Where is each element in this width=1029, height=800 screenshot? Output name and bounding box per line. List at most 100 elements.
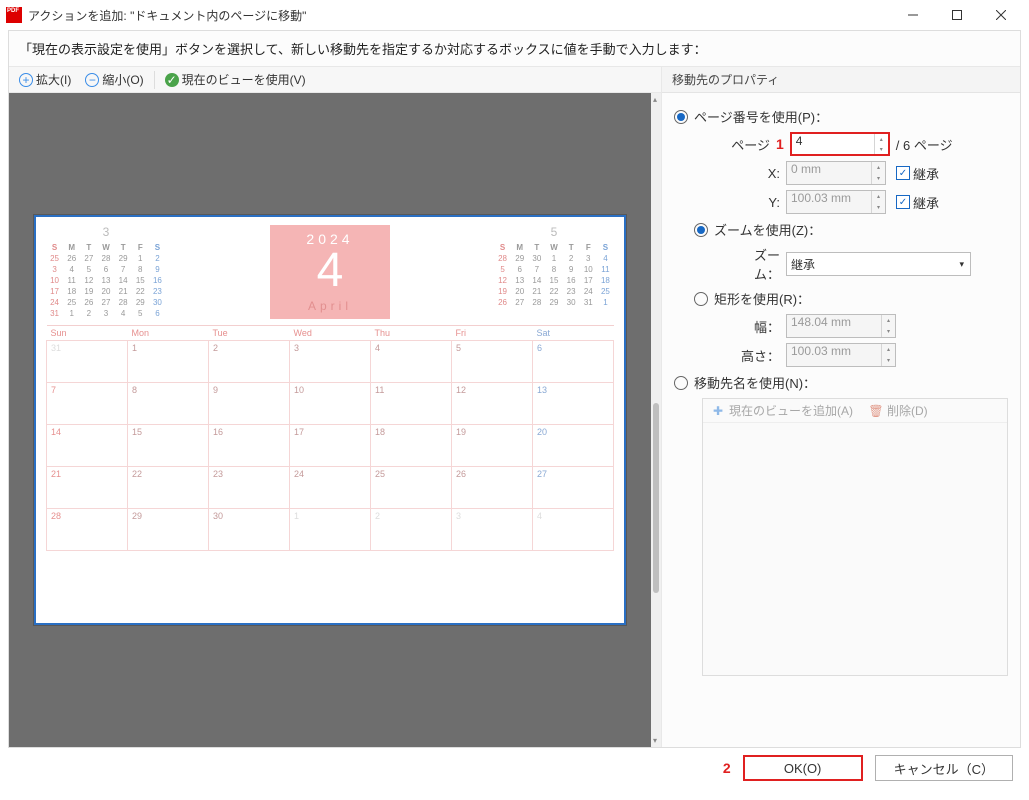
mini-next-number: 5 (494, 225, 614, 239)
app-icon (6, 7, 22, 23)
properties-header: 移動先のプロパティ (662, 67, 1020, 93)
calendar-cell: 14 (47, 425, 128, 467)
dialog-footer: 2 OK(O) キャンセル（C） (0, 748, 1029, 788)
check-icon: ✓ (165, 73, 179, 87)
preview-toolbar: + 拡大(I) − 縮小(O) ✓ 現在のビューを使用(V) (9, 67, 661, 93)
chevron-down-icon: ▾ (959, 259, 964, 270)
dialog-frame: 「現在の表示設定を使用」ボタンを選択して、新しい移動先を指定するか対応するボック… (8, 30, 1021, 748)
title-bar: アクションを追加: "ドキュメント内のページに移動" (0, 0, 1029, 30)
radio-use-page[interactable] (674, 110, 688, 124)
bookmark-add-icon: ✚ (711, 404, 725, 418)
close-button[interactable] (979, 1, 1023, 29)
use-name-radio-row[interactable]: 移動先名を使用(N)： (674, 373, 1008, 392)
calendar-cell: 17 (290, 425, 371, 467)
page-label: ページ (730, 135, 770, 154)
spinner-icon: ▴▾ (871, 162, 885, 184)
calendar-cell: 1 (290, 509, 371, 551)
y-label: Y: (730, 195, 780, 210)
use-name-label: 移動先名を使用(N)： (694, 373, 816, 392)
x-label: X: (730, 166, 780, 181)
window-title: アクションを追加: "ドキュメント内のページに移動" (28, 7, 306, 24)
calendar-cell: 8 (128, 383, 209, 425)
calendar-cell: 9 (209, 383, 290, 425)
destination-names-panel: ✚ 現在のビューを追加(A) 🗑 削除(D) (702, 398, 1008, 676)
add-current-view-button: ✚ 現在のビューを追加(A) (703, 399, 861, 422)
checkbox-checked-icon: ✓ (896, 166, 910, 180)
calendar-cell: 24 (290, 467, 371, 509)
calendar-cell: 10 (290, 383, 371, 425)
calendar-cell: 7 (47, 383, 128, 425)
zoom-in-button[interactable]: + 拡大(I) (15, 70, 75, 89)
calendar-cell: 12 (452, 383, 533, 425)
page-number-input[interactable]: 4 ▴▾ (790, 132, 890, 156)
zoom-label: ズーム： (730, 245, 780, 283)
ok-button[interactable]: OK(O) (743, 755, 863, 781)
calendar-cell: 6 (533, 341, 614, 383)
minimize-button[interactable] (891, 1, 935, 29)
calendar-cell: 31 (47, 341, 128, 383)
callout-2: 2 (723, 760, 731, 776)
zoom-in-label: 拡大(I) (36, 71, 71, 88)
calendar-cell: 18 (371, 425, 452, 467)
calendar-cell: 26 (452, 467, 533, 509)
use-current-view-button[interactable]: ✓ 現在のビューを使用(V) (161, 70, 310, 89)
callout-1: 1 (776, 136, 784, 152)
y-inherit-checkbox[interactable]: ✓ 継承 (896, 193, 939, 212)
plus-icon: + (19, 73, 33, 87)
x-value: 0 mm (791, 162, 821, 176)
zoom-out-button[interactable]: − 縮小(O) (81, 70, 147, 89)
scroll-up-icon: ▴ (653, 95, 657, 104)
page-value: 4 (796, 134, 803, 148)
use-rect-radio-row[interactable]: 矩形を使用(R)： (694, 289, 1008, 308)
big-month: 2024 4 April (270, 225, 390, 319)
calendar-cell: 15 (128, 425, 209, 467)
use-current-view-label: 現在のビューを使用(V) (182, 71, 306, 88)
radio-use-rect[interactable] (694, 292, 708, 306)
calendar-cell: 25 (371, 467, 452, 509)
scroll-thumb[interactable] (653, 403, 659, 593)
destination-list (703, 423, 1007, 675)
width-label: 幅： (730, 317, 780, 336)
preview-area[interactable]: 3 SMTWTFS2526272829123456789101112131415… (9, 93, 651, 747)
calendar-cell: 13 (533, 383, 614, 425)
use-zoom-radio-row[interactable]: ズームを使用(Z)： (694, 220, 1008, 239)
x-inherit-checkbox[interactable]: ✓ 継承 (896, 164, 939, 183)
height-value: 100.03 mm (791, 344, 851, 358)
scroll-down-icon: ▾ (653, 736, 657, 745)
spinner-icon: ▴▾ (881, 315, 895, 337)
radio-use-zoom[interactable] (694, 223, 708, 237)
calendar-cell: 27 (533, 467, 614, 509)
mini-month-prev: 3 SMTWTFS2526272829123456789101112131415… (46, 225, 166, 319)
calendar-cell: 21 (47, 467, 128, 509)
use-zoom-label: ズームを使用(Z)： (714, 220, 821, 239)
calendar-cell: 2 (209, 341, 290, 383)
trash-icon: 🗑 (869, 404, 883, 418)
spinner-icon[interactable]: ▴▾ (874, 134, 888, 154)
width-input: 148.04 mm ▴▾ (786, 314, 896, 338)
radio-use-name[interactable] (674, 376, 688, 390)
spinner-icon: ▴▾ (881, 344, 895, 366)
add-current-label: 現在のビューを追加(A) (729, 402, 853, 419)
calendar-cell: 3 (290, 341, 371, 383)
calendar-cell: 23 (209, 467, 290, 509)
x-input: 0 mm ▴▾ (786, 161, 886, 185)
preview-scrollbar[interactable]: ▴ ▾ (651, 93, 661, 747)
calendar-cell: 28 (47, 509, 128, 551)
mini-month-next: 5 SMTWTFS2829301234567891011121314151617… (494, 225, 614, 319)
use-rect-label: 矩形を使用(R)： (714, 289, 810, 308)
minus-icon: − (85, 73, 99, 87)
calendar-cell: 4 (533, 509, 614, 551)
height-label: 高さ： (730, 346, 780, 365)
page-suffix: / 6 ページ (896, 135, 953, 154)
calendar-cell: 16 (209, 425, 290, 467)
use-page-radio-row[interactable]: ページ番号を使用(P)： (674, 107, 1008, 126)
calendar-grid: SunMonTueWedThuFriSat3112345678910111213… (46, 325, 614, 551)
calendar-cell: 2 (371, 509, 452, 551)
maximize-button[interactable] (935, 1, 979, 29)
cancel-button[interactable]: キャンセル（C） (875, 755, 1013, 781)
separator (154, 71, 155, 89)
big-month-number: 4 (270, 247, 390, 295)
zoom-select[interactable]: 継承 ▾ (786, 252, 971, 276)
calendar-cell: 20 (533, 425, 614, 467)
y-input: 100.03 mm ▴▾ (786, 190, 886, 214)
